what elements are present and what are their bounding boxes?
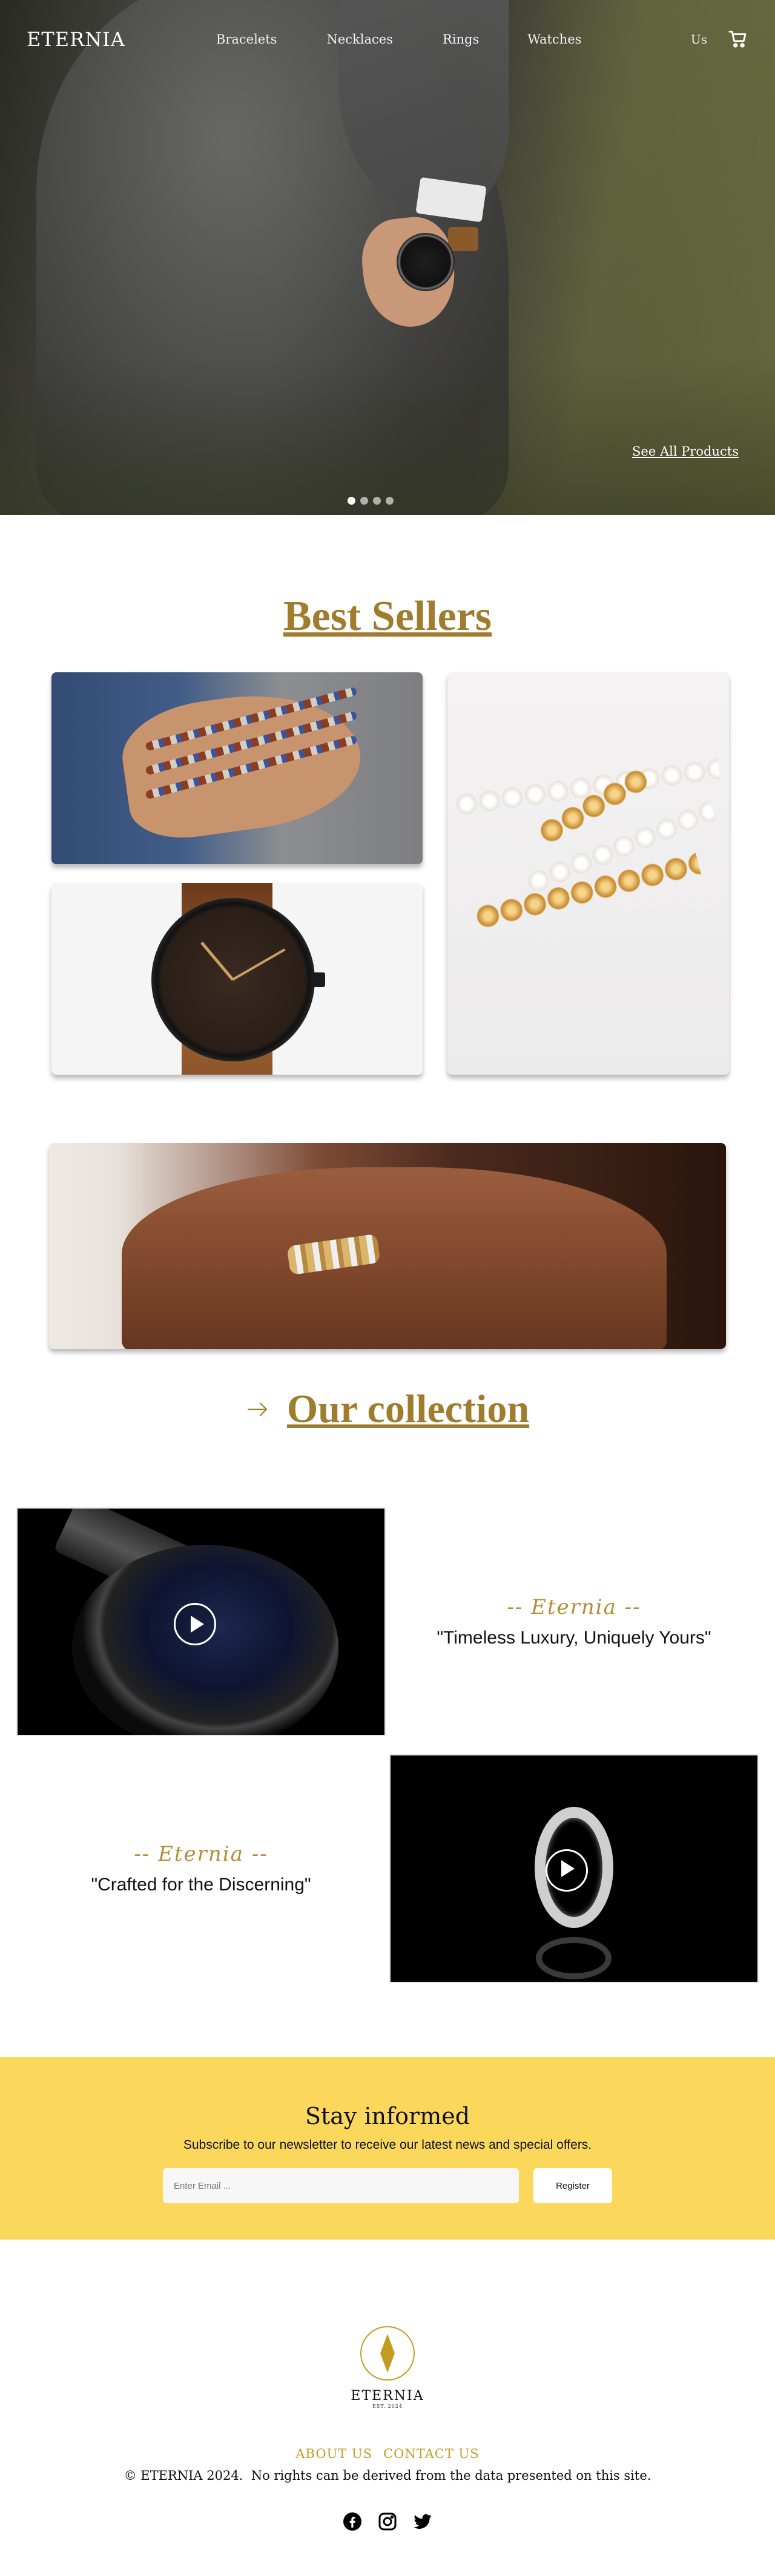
about-us-link[interactable]: ABOUT US	[295, 2447, 372, 2461]
play-triangle	[561, 1860, 575, 1877]
product-card-bracelets[interactable]	[51, 672, 423, 864]
footer-links: ABOUT US CONTACT US	[0, 2447, 775, 2461]
email-input[interactable]	[163, 2168, 519, 2203]
contact-us-link[interactable]: CONTACT US	[383, 2447, 480, 2461]
newsletter-section: Stay informed Subscribe to our newslette…	[0, 2057, 775, 2240]
footer: ETERNIA EST. 2024 ABOUT US CONTACT US © …	[0, 2240, 775, 2569]
eternia-emblem-icon[interactable]	[358, 2324, 417, 2382]
copyright-text: © ETERNIA 2024. No rights can be derived…	[124, 2468, 651, 2483]
caption-tagline: "Timeless Luxury, Uniquely Yours"	[437, 1628, 711, 1648]
product-image	[116, 680, 369, 846]
social-links	[0, 2512, 775, 2531]
video-ring[interactable]	[389, 1754, 759, 1983]
hero-watch-strap	[448, 227, 478, 251]
watch-crown	[313, 972, 325, 987]
caption-tagline: "Crafted for the Discerning"	[91, 1875, 311, 1895]
twitter-icon[interactable]	[413, 2512, 432, 2531]
carousel-dot[interactable]	[386, 497, 394, 505]
nav-link-watches[interactable]: Watches	[527, 32, 581, 47]
nav-links: Bracelets Necklaces Rings Watches	[216, 32, 582, 47]
play-icon[interactable]	[174, 1603, 216, 1645]
arrow-right-icon	[246, 1400, 270, 1418]
hero-banner: ETERNIA Bracelets Necklaces Rings Watche…	[0, 0, 775, 515]
language-selector[interactable]: Us	[691, 32, 707, 47]
see-all-products-link[interactable]: See All Products	[632, 444, 739, 459]
product-card-watch[interactable]	[51, 883, 423, 1075]
product-card-pearl-bracelet[interactable]	[447, 672, 729, 1075]
our-collection-title[interactable]: Our collection	[287, 1386, 529, 1432]
nav-link-bracelets[interactable]: Bracelets	[216, 32, 277, 47]
register-button[interactable]: Register	[533, 2168, 612, 2203]
best-sellers-title[interactable]: Best Sellers	[0, 592, 775, 641]
collection-link[interactable]: Our collection	[0, 1386, 775, 1432]
hero-ground	[0, 358, 775, 515]
carousel-dot[interactable]	[360, 497, 368, 505]
caption-brand: -- Eternia --	[507, 1595, 641, 1619]
carousel-dot[interactable]	[373, 497, 381, 505]
footer-est: EST. 2024	[372, 2404, 403, 2409]
nav-link-necklaces[interactable]: Necklaces	[326, 32, 393, 47]
hero-watch	[397, 233, 455, 291]
best-sellers-grid	[0, 672, 775, 1096]
newsletter-form: Register	[0, 2168, 775, 2203]
facebook-icon[interactable]	[343, 2512, 362, 2531]
nav-right: Us	[691, 29, 748, 50]
video-row: -- Eternia -- "Timeless Luxury, Uniquely…	[0, 1507, 775, 1737]
nav-link-rings[interactable]: Rings	[443, 32, 479, 47]
newsletter-subtitle: Subscribe to our newsletter to receive o…	[183, 2138, 592, 2152]
newsletter-title: Stay informed	[305, 2103, 470, 2129]
footer-logo: ETERNIA	[351, 2388, 424, 2404]
video-caption: -- Eternia -- "Timeless Luxury, Uniquely…	[389, 1507, 759, 1736]
video-caption: -- Eternia -- "Crafted for the Discernin…	[16, 1754, 386, 1983]
top-navigation: ETERNIA Bracelets Necklaces Rings Watche…	[0, 0, 775, 79]
product-card-ring[interactable]	[49, 1143, 726, 1349]
site-logo[interactable]: ETERNIA	[27, 28, 125, 51]
product-image	[122, 1167, 667, 1349]
cart-icon[interactable]	[728, 29, 748, 50]
carousel-dot[interactable]	[348, 497, 355, 505]
instagram-icon[interactable]	[378, 2512, 397, 2531]
carousel-dots	[348, 497, 394, 505]
caption-brand: -- Eternia --	[134, 1842, 268, 1866]
video-frame	[536, 1937, 612, 1979]
video-row: -- Eternia -- "Crafted for the Discernin…	[0, 1754, 775, 1984]
video-watch[interactable]	[16, 1507, 386, 1736]
